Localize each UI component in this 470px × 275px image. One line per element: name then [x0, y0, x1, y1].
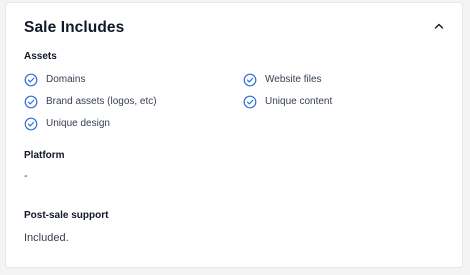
asset-label: Unique content [265, 96, 333, 107]
sale-includes-card: Sale Includes Assets Domains Website fil… [5, 2, 463, 268]
asset-item-domains: Domains [24, 72, 243, 87]
check-circle-icon [243, 95, 257, 108]
asset-label: Domains [46, 74, 86, 85]
check-circle-icon [243, 73, 257, 86]
check-circle-icon [24, 73, 38, 86]
assets-label: Assets [24, 51, 57, 62]
chevron-up-icon [434, 23, 444, 29]
post-sale-support-label: Post-sale support [24, 210, 109, 221]
check-circle-icon [24, 95, 38, 108]
asset-item-unique-design: Unique design [24, 116, 243, 131]
platform-value: - [24, 170, 28, 182]
platform-label: Platform [24, 150, 65, 161]
assets-list: Domains Website files Brand assets (logo… [24, 72, 444, 131]
card-title: Sale Includes [24, 19, 125, 36]
collapse-button[interactable] [428, 15, 450, 37]
asset-label: Unique design [46, 118, 110, 129]
asset-item-brand-assets: Brand assets (logos, etc) [24, 94, 243, 109]
check-circle-icon [24, 117, 38, 130]
asset-item-unique-content: Unique content [243, 94, 443, 109]
asset-item-website-files: Website files [243, 72, 443, 87]
asset-label: Website files [265, 74, 322, 85]
post-sale-support-value: Included. [24, 232, 69, 244]
asset-label: Brand assets (logos, etc) [46, 96, 157, 107]
